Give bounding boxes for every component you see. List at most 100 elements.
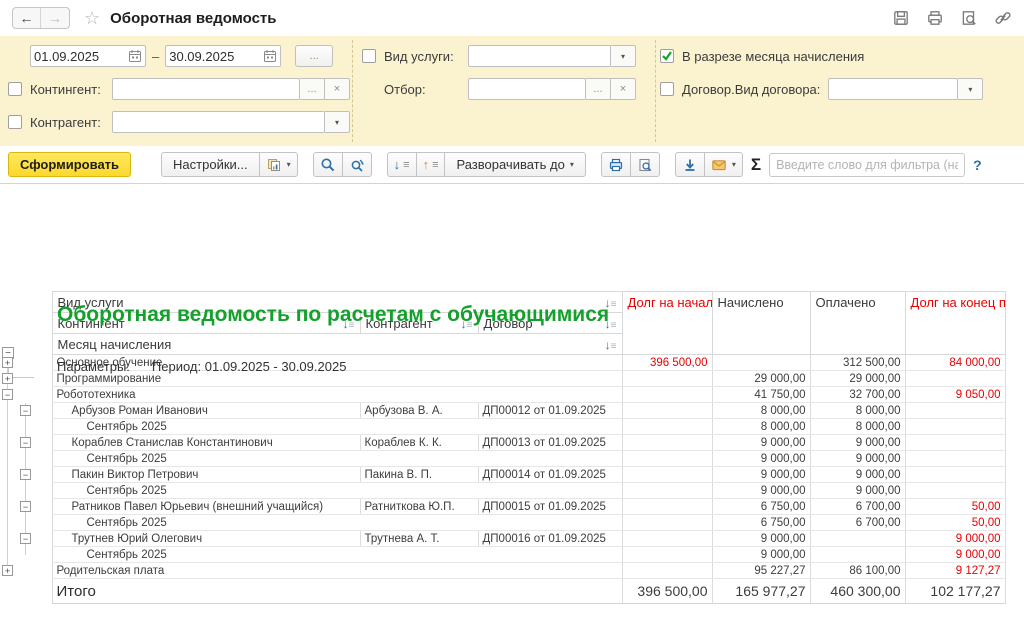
report-row[interactable]: Сентябрь 2025 6 750,00 6 700,00 50,00 xyxy=(0,514,1024,531)
period-to-input[interactable] xyxy=(169,47,262,65)
find-button[interactable] xyxy=(312,152,343,177)
service-kind-dropdown-button[interactable]: ▾ xyxy=(611,45,636,67)
header-accrued[interactable]: Начислено xyxy=(712,291,811,355)
report-row[interactable]: Сентябрь 2025 9 000,00 9 000,00 xyxy=(0,482,1024,499)
tree-gutter xyxy=(0,579,52,604)
cell-debt-end xyxy=(905,434,1006,451)
report-row[interactable]: Сентябрь 2025 8 000,00 8 000,00 xyxy=(0,418,1024,435)
header-month[interactable]: Месяц начисления ↓≡ xyxy=(51,333,623,355)
kontingent-field-group: ... × xyxy=(112,78,350,100)
save-icon[interactable] xyxy=(892,9,910,27)
cancel-search-button[interactable] xyxy=(342,152,372,177)
sum-selected-icon[interactable]: Σ xyxy=(751,155,761,175)
by-month-checkbox[interactable] xyxy=(660,49,674,63)
favorite-star-icon[interactable]: ☆ xyxy=(84,8,100,29)
window-title: Оборотная ведомость xyxy=(110,9,277,27)
kontragent-field[interactable] xyxy=(112,111,325,133)
sort-asc-button[interactable]: ↑ ≡ xyxy=(416,152,446,177)
cell-paid: 312 500,00 xyxy=(810,354,906,371)
settings-button[interactable]: Настройки... xyxy=(161,152,260,177)
kontingent-input[interactable] xyxy=(116,80,296,98)
report-row[interactable]: − Трутнев Юрий Олегович Трутнева А. Т. ДП00… xyxy=(0,530,1024,547)
contract-kind-checkbox[interactable] xyxy=(660,82,674,96)
cell-kontragent: Трутнева А. Т. xyxy=(360,530,479,547)
sort-desc-button[interactable]: ↓ ≡ xyxy=(386,152,417,177)
cell-paid: 86 100,00 xyxy=(810,562,906,579)
period-from-field[interactable] xyxy=(30,45,146,67)
report-row[interactable]: − Пакин Виктор Петрович Пакина В. П. ДП0001… xyxy=(0,466,1024,483)
otbor-clear-button[interactable]: × xyxy=(611,78,636,100)
service-kind-field[interactable] xyxy=(468,45,611,67)
cell-accrued: 9 000,00 xyxy=(712,450,811,467)
header-debt-start[interactable]: Долг на начало периода xyxy=(622,291,713,355)
report-row[interactable]: − Ратников Павел Юрьевич (внешний учащийс… xyxy=(0,498,1024,515)
tree-gutter: − xyxy=(0,498,52,515)
period-to-field[interactable] xyxy=(165,45,282,67)
contract-kind-input[interactable] xyxy=(832,80,955,98)
tree-gutter: + xyxy=(0,354,52,371)
print-preview-icon[interactable] xyxy=(960,9,978,27)
preview-button[interactable] xyxy=(630,152,660,177)
expand-icon[interactable]: + xyxy=(2,372,13,384)
kontragent-input[interactable] xyxy=(116,113,321,131)
generate-button[interactable]: Сформировать xyxy=(8,152,132,177)
contract-kind-dropdown-button[interactable]: ▾ xyxy=(958,78,984,100)
send-mail-button[interactable]: ▾ xyxy=(704,152,743,177)
otbor-input[interactable] xyxy=(472,80,582,98)
collapse-icon[interactable]: − xyxy=(20,500,31,512)
collapse-icon[interactable]: − xyxy=(20,468,31,480)
collapse-icon[interactable]: − xyxy=(2,388,13,400)
help-icon[interactable]: ? xyxy=(973,157,982,173)
filler-cell xyxy=(1005,531,1024,547)
header-paid[interactable]: Оплачено xyxy=(810,291,906,355)
expand-icon[interactable]: + xyxy=(2,356,13,368)
total-debt-end: 102 177,27 xyxy=(905,578,1006,604)
kontingent-field[interactable] xyxy=(112,78,300,100)
sort-icon[interactable]: ↓≡ xyxy=(605,337,617,352)
kontragent-checkbox[interactable] xyxy=(8,115,22,129)
contract-kind-field[interactable] xyxy=(828,78,959,100)
kontingent-checkbox[interactable] xyxy=(8,82,22,96)
period-from-input[interactable] xyxy=(34,47,126,65)
otbor-select-button[interactable]: ... xyxy=(586,78,611,100)
collapse-icon[interactable]: − xyxy=(20,532,31,544)
print-button[interactable] xyxy=(600,152,631,177)
kontingent-select-button[interactable]: ... xyxy=(300,78,325,100)
save-report-button[interactable] xyxy=(674,152,705,177)
filter-search-input[interactable] xyxy=(769,152,966,177)
cell-debt-end xyxy=(905,466,1006,483)
cell-month: Сентябрь 2025 xyxy=(51,482,623,499)
report-area: − Оборотная ведомость по расчетам с обуч… xyxy=(0,291,1024,622)
report-row[interactable]: − Арбузов Роман Иванович Арбузова В. А. ДП0… xyxy=(0,402,1024,419)
back-icon[interactable]: ← xyxy=(13,8,41,28)
get-link-icon[interactable] xyxy=(994,9,1012,27)
period-variants-button[interactable]: ... xyxy=(295,45,334,67)
filler-cell xyxy=(1005,563,1024,579)
service-kind-input[interactable] xyxy=(472,47,607,65)
report-row[interactable]: Сентябрь 2025 9 000,00 9 000,00 xyxy=(0,450,1024,467)
expand-icon[interactable]: + xyxy=(2,564,13,576)
header-debt-end[interactable]: Долг на конец периода xyxy=(905,291,1006,355)
report-table: Вид услуги ↓≡ Долг на начало периода Нач… xyxy=(0,291,1024,604)
report-row[interactable]: + Родительская плата 95 227,27 86 100,00 9 1… xyxy=(0,562,1024,579)
cell-accrued: 9 000,00 xyxy=(712,530,811,547)
service-kind-checkbox[interactable] xyxy=(362,49,376,63)
report-row[interactable]: − Кораблев Станислав Константинович Корабл… xyxy=(0,434,1024,451)
otbor-field[interactable] xyxy=(468,78,586,100)
print-icon[interactable] xyxy=(926,9,944,27)
report-row[interactable]: − Робототехника 41 750,00 32 700,00 9 050,00 xyxy=(0,386,1024,403)
kontragent-dropdown-button[interactable]: ▾ xyxy=(325,111,350,133)
calendar-icon[interactable] xyxy=(128,49,142,63)
collapse-icon[interactable]: − xyxy=(20,436,31,448)
chevron-down-icon: ▾ xyxy=(620,51,625,61)
filler-cell xyxy=(1005,403,1024,419)
calendar-icon[interactable] xyxy=(263,49,277,63)
forward-icon[interactable]: → xyxy=(41,8,69,28)
report-row[interactable]: Сентябрь 2025 9 000,00 9 000,00 xyxy=(0,546,1024,563)
expand-to-button[interactable]: Разворачивать до ▾ xyxy=(445,152,586,177)
report-variants-button[interactable]: ▾ xyxy=(259,152,298,177)
collapse-icon[interactable]: − xyxy=(20,404,31,416)
kontingent-clear-button[interactable]: × xyxy=(325,78,350,100)
cell-service: Родительская плата xyxy=(51,562,623,579)
mail-icon xyxy=(712,159,726,170)
